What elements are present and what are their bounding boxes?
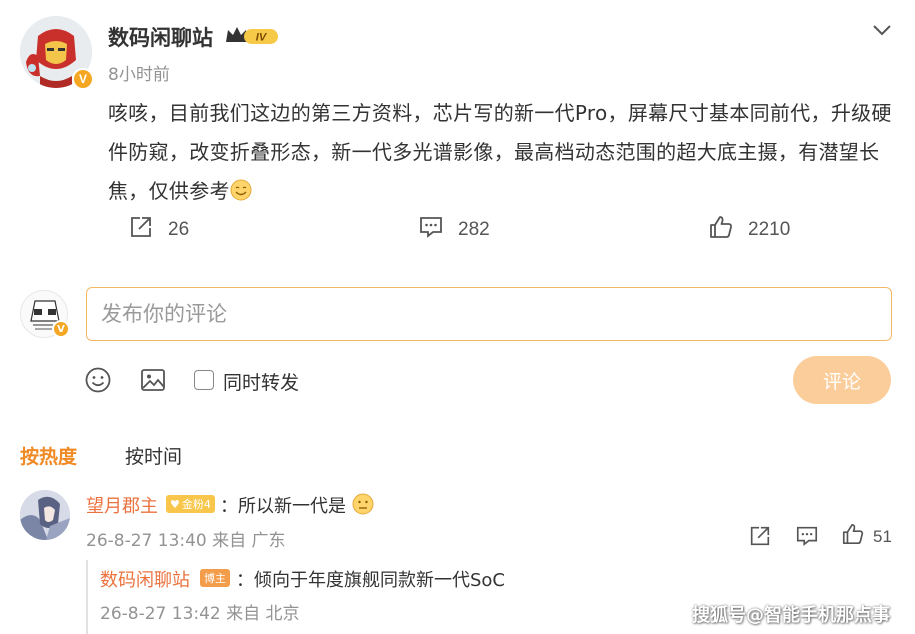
share-count: 26 [168, 219, 190, 240]
comment-like-count: 51 [873, 526, 892, 546]
crown-badge-icon[interactable]: IV [224, 24, 280, 48]
my-verified-badge: V [52, 320, 70, 338]
post-text: 咳咳，目前我们这边的第三方资料，芯片写的新一代Pro，屏幕尺寸基本同前代，升级硬… [108, 94, 898, 211]
like-count: 2210 [748, 219, 791, 240]
comment-share-icon[interactable] [748, 524, 772, 548]
post-text-body: 咳咳，目前我们这边的第三方资料，芯片写的新一代Pro，屏幕尺寸基本同前代，升级硬… [108, 101, 892, 203]
commenter-avatar[interactable] [20, 490, 70, 540]
share-button[interactable]: 26 [128, 214, 189, 246]
fan-badge-label: 金粉4 [181, 498, 211, 511]
comment-reply-icon[interactable] [795, 524, 819, 548]
reply-meta: 26-8-27 13:42 来自 北京 [100, 604, 300, 624]
verified-badge: V [72, 68, 94, 90]
smile-emoji [230, 175, 252, 201]
blogger-badge: 博主 [200, 569, 230, 587]
comment-meta: 26-8-27 13:40 来自 广东 [86, 531, 286, 551]
repost-label[interactable]: 同时转发 [223, 368, 299, 395]
comment-like-button[interactable]: 51 [841, 522, 892, 551]
comment-text-body: ：所以新一代是 [220, 496, 346, 517]
reply-text: ：倾向于年度旗舰同款新一代SoC [236, 570, 506, 591]
comment-count: 282 [458, 219, 490, 240]
comment-text: ：所以新一代是 [220, 492, 374, 518]
submit-comment-button[interactable]: 评论 [793, 356, 891, 404]
share-icon [128, 214, 154, 246]
comment-icon [418, 214, 444, 246]
fan-badge: ♥ 金粉4 [166, 495, 215, 513]
post-time[interactable]: 8小时前 [108, 60, 170, 85]
chevron-down-icon[interactable] [868, 16, 896, 44]
commenter-name[interactable]: 望月郡主 [86, 492, 158, 518]
tab-sort-time[interactable]: 按时间 [125, 442, 182, 469]
level-badge-text: IV [256, 32, 268, 44]
like-icon [708, 214, 734, 246]
image-icon[interactable] [139, 366, 167, 394]
reply-author-name[interactable]: 数码闲聊站 [100, 566, 190, 592]
tab-sort-hot[interactable]: 按热度 [20, 442, 77, 469]
comment-button[interactable]: 282 [418, 214, 490, 246]
comment-input[interactable] [86, 287, 892, 341]
like-button[interactable]: 2210 [708, 214, 790, 246]
emoji-icon[interactable] [84, 366, 112, 394]
watermark: 搜狐号@智能手机那点事 [692, 605, 890, 626]
fan-heart-icon: ♥ [170, 497, 180, 511]
like-icon [841, 522, 865, 551]
author-name[interactable]: 数码闲聊站 [108, 22, 213, 52]
think-emoji [352, 493, 374, 515]
repost-checkbox[interactable] [194, 370, 214, 390]
